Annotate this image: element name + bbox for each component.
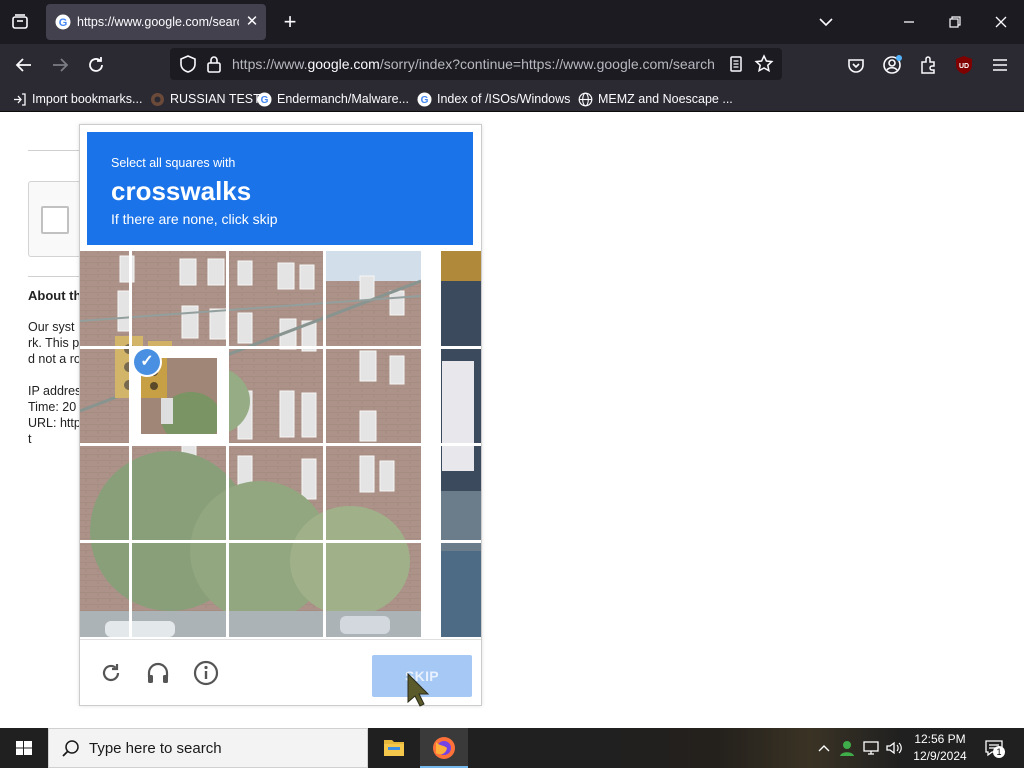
network-icon[interactable] — [861, 738, 881, 758]
page-text: t — [28, 432, 32, 446]
reload-challenge-icon[interactable] — [98, 660, 124, 686]
taskbar-clock[interactable]: 12:56 PM 12/9/2024 — [908, 731, 972, 765]
clock-date: 12/9/2024 — [913, 749, 967, 763]
tab-title: https://www.google.com/search?q= — [77, 15, 239, 29]
reader-view-icon[interactable] — [724, 52, 748, 76]
browser-tab[interactable]: G https://www.google.com/search?q= ✕ — [46, 4, 266, 40]
bookmark-russian-test[interactable]: RUSSIAN TEST — [150, 90, 261, 108]
back-arrow-icon[interactable] — [12, 53, 36, 77]
svg-text:UD: UD — [959, 63, 969, 70]
challenge-tile[interactable] — [80, 349, 129, 443]
instruction-small: Select all squares with — [111, 156, 236, 170]
challenge-tile[interactable] — [229, 349, 323, 443]
page-text: Time: 20 — [28, 400, 77, 414]
challenge-tile[interactable] — [326, 543, 439, 637]
ublock-origin-icon[interactable]: UD — [952, 53, 976, 77]
url-text[interactable]: https://www.google.com/sorry/index?conti… — [232, 56, 718, 72]
challenge-tile[interactable] — [326, 349, 439, 443]
page-text: URL: http — [28, 416, 81, 430]
tab-bar: G https://www.google.com/search?q= ✕ + — [0, 0, 1024, 44]
windows-start-icon[interactable] — [0, 728, 48, 768]
google-icon: G — [257, 92, 272, 107]
tab-overflow-chevron-icon[interactable] — [812, 8, 840, 36]
challenge-tile[interactable] — [326, 251, 439, 346]
tracking-protection-shield-icon[interactable] — [176, 52, 200, 76]
list-all-tabs-icon[interactable] — [8, 10, 32, 34]
bookmark-isos-windows[interactable]: G Index of /ISOs/Windows — [417, 90, 570, 108]
info-icon[interactable] — [193, 660, 219, 686]
pocket-icon[interactable] — [844, 53, 868, 77]
challenge-tile[interactable] — [132, 446, 226, 540]
svg-text:G: G — [421, 95, 429, 106]
clock-time: 12:56 PM — [914, 732, 966, 746]
recaptcha-checkbox[interactable] — [41, 206, 69, 234]
challenge-tile[interactable] — [132, 251, 226, 346]
recaptcha-challenge: Select all squares with crosswalks If th… — [79, 124, 482, 706]
svg-text:G: G — [261, 95, 269, 106]
site-icon — [150, 92, 165, 107]
lock-icon[interactable] — [202, 52, 226, 76]
page-text: IP addres — [28, 384, 82, 398]
import-icon — [12, 92, 27, 107]
challenge-tile[interactable] — [229, 446, 323, 540]
audio-challenge-headphones-icon[interactable] — [145, 660, 171, 686]
page-text: rk. This p — [28, 336, 80, 350]
bookmark-endermanch[interactable]: G Endermanch/Malware... — [257, 90, 409, 108]
bookmarks-toolbar: Import bookmarks... RUSSIAN TEST G Ender… — [0, 86, 1024, 112]
challenge-tile[interactable] — [229, 543, 323, 637]
bookmark-star-icon[interactable] — [752, 52, 776, 76]
windows-taskbar: Type here to search 12:56 PM 12/9/2024 1 — [0, 728, 1024, 768]
about-heading: About th — [28, 288, 82, 303]
show-hidden-icons-chevron-icon[interactable] — [814, 738, 834, 758]
svg-text:G: G — [59, 17, 68, 29]
challenge-header: Select all squares with crosswalks If th… — [87, 132, 473, 245]
google-icon: G — [417, 92, 432, 107]
reload-icon[interactable] — [84, 53, 108, 77]
instruction-hint: If there are none, click skip — [111, 211, 278, 227]
page-text: d not a ro — [28, 352, 81, 366]
tab-close-icon[interactable]: ✕ — [244, 13, 260, 31]
globe-icon — [578, 92, 593, 107]
mouse-cursor-icon — [406, 672, 432, 708]
notification-count-badge: 1 — [993, 746, 1005, 758]
instruction-target: crosswalks — [111, 176, 252, 206]
challenge-tile[interactable] — [80, 543, 129, 637]
new-tab-icon[interactable]: + — [278, 10, 302, 34]
challenge-image-grid — [80, 251, 481, 637]
bookmark-import[interactable]: Import bookmarks... — [12, 90, 142, 108]
notification-center-icon[interactable]: 1 — [984, 738, 1005, 758]
page-text: Our syst — [28, 320, 75, 334]
navigation-toolbar: https://www.google.com/sorry/index?conti… — [0, 44, 1024, 86]
google-favicon-icon: G — [55, 14, 71, 30]
hamburger-menu-icon[interactable] — [988, 53, 1012, 77]
close-window-icon[interactable] — [987, 8, 1015, 36]
bookmark-memz[interactable]: MEMZ and Noescape ... — [578, 90, 733, 108]
challenge-tile[interactable] — [80, 251, 129, 346]
challenge-tile[interactable] — [326, 446, 439, 540]
search-icon — [61, 739, 81, 759]
minimize-icon[interactable] — [895, 8, 923, 36]
forward-arrow-icon[interactable] — [48, 53, 72, 77]
challenge-tile[interactable] — [229, 251, 323, 346]
volume-icon[interactable] — [884, 738, 904, 758]
extensions-puzzle-icon[interactable] — [916, 53, 940, 77]
user-tray-icon[interactable] — [837, 738, 857, 758]
firefox-taskbar-icon[interactable] — [420, 728, 468, 768]
taskbar-search-box[interactable]: Type here to search — [48, 728, 368, 768]
search-placeholder: Type here to search — [89, 740, 222, 757]
account-icon[interactable] — [880, 53, 904, 77]
challenge-tile[interactable] — [132, 543, 226, 637]
divider — [28, 276, 80, 277]
file-explorer-icon[interactable] — [370, 728, 418, 768]
challenge-tile[interactable] — [80, 446, 129, 540]
tile-selected-checkmark-icon: ✓ — [134, 349, 160, 375]
divider — [28, 150, 80, 151]
restore-icon[interactable] — [941, 8, 969, 36]
address-bar[interactable]: https://www.google.com/sorry/index?conti… — [170, 48, 782, 80]
